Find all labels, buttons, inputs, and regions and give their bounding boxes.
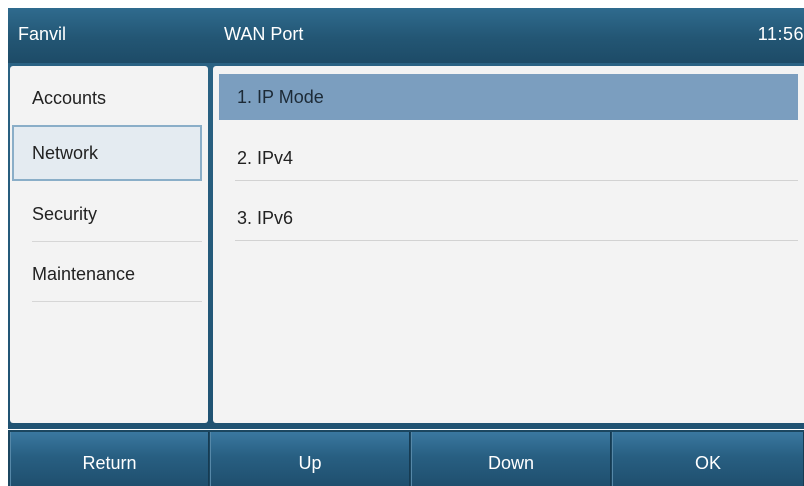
sidebar-item-maintenance[interactable]: Maintenance	[12, 246, 202, 302]
menu-item-ipv6[interactable]: 3. IPv6	[219, 195, 798, 241]
divider	[32, 301, 202, 302]
menu-item-label: 2. IPv4	[237, 148, 294, 168]
up-button[interactable]: Up	[210, 432, 410, 486]
clock: 11:56	[757, 24, 804, 44]
phone-screen: Fanvil WAN Port 11:56 Accounts Network S…	[0, 0, 804, 486]
ok-button[interactable]: OK	[612, 432, 804, 486]
sidebar-item-label: Accounts	[32, 88, 107, 108]
return-button[interactable]: Return	[10, 432, 209, 486]
divider	[235, 240, 798, 241]
down-button[interactable]: Down	[411, 432, 611, 486]
sidebar-item-network[interactable]: Network	[12, 125, 202, 181]
sidebar-item-label: Maintenance	[32, 264, 136, 284]
brand-label: Fanvil	[18, 24, 67, 44]
divider	[32, 241, 202, 242]
menu-item-ip-mode[interactable]: 1. IP Mode	[219, 74, 798, 120]
menu-item-ipv4[interactable]: 2. IPv4	[219, 135, 798, 181]
menu-item-label: 3. IPv6	[237, 208, 294, 228]
menu-item-label: 1. IP Mode	[237, 87, 324, 107]
title-bar: Fanvil WAN Port 11:56	[8, 8, 804, 63]
divider	[235, 180, 798, 181]
sidebar-item-security[interactable]: Security	[12, 186, 202, 242]
sidebar-item-accounts[interactable]: Accounts	[12, 70, 202, 126]
page-title: WAN Port	[224, 24, 304, 44]
sidebar-item-label: Security	[32, 204, 98, 224]
sidebar-item-label: Network	[32, 143, 99, 163]
